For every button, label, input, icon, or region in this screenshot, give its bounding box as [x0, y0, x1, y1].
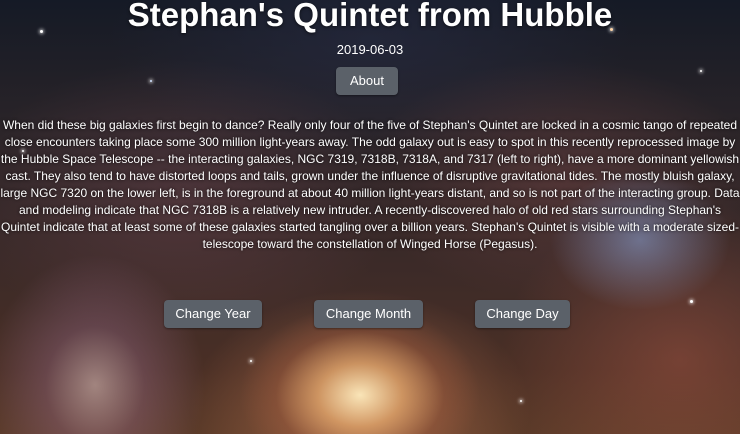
change-month-button[interactable]: Change Month — [314, 300, 423, 328]
change-day-button[interactable]: Change Day — [475, 300, 570, 328]
change-year-button[interactable]: Change Year — [164, 300, 262, 328]
page-title: Stephan's Quintet from Hubble — [127, 0, 613, 33]
about-button[interactable]: About — [336, 67, 398, 95]
explanation-text: When did these big galaxies first begin … — [0, 118, 740, 251]
date-label: 2019-06-03 — [336, 42, 404, 57]
main-content: Stephan's Quintet from Hubble 2019-06-03… — [0, 0, 740, 434]
